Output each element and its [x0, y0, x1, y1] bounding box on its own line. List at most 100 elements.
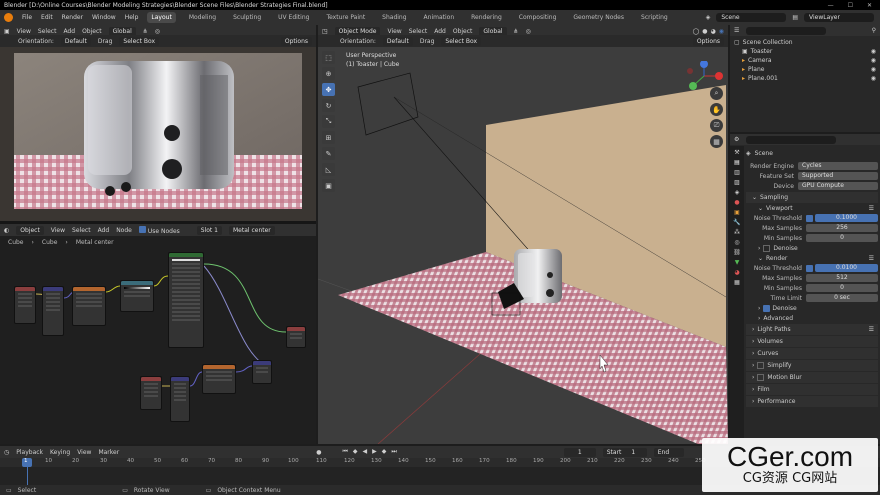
world-properties-icon[interactable]: ●: [734, 199, 739, 206]
blender-logo-icon[interactable]: [4, 13, 13, 22]
viewport-noise-threshold-field[interactable]: 0.1000: [815, 214, 878, 222]
visibility-eye-icon[interactable]: ◉: [871, 65, 876, 74]
outliner-row-scene-collection[interactable]: ▢ Scene Collection: [734, 38, 876, 47]
viewport-menu-add[interactable]: Add: [434, 28, 446, 35]
visibility-eye-icon[interactable]: ◉: [871, 56, 876, 65]
node-editor-canvas[interactable]: Cube › Cube › Metal center: [0, 236, 316, 444]
outliner-row-plane-001[interactable]: ▸ Plane.001 ◉: [734, 74, 876, 83]
viewport-options[interactable]: Options: [692, 36, 724, 46]
constraints-properties-icon[interactable]: ⛓: [733, 249, 741, 256]
scene-properties-icon[interactable]: ◈: [735, 189, 740, 196]
perspective-toggle-icon[interactable]: ▦: [710, 135, 723, 148]
workspace-tab-shading[interactable]: Shading: [378, 12, 410, 23]
end-frame-field[interactable]: End: [653, 447, 684, 457]
simplify-panel[interactable]: › Simplify: [746, 360, 878, 371]
render-min-samples-field[interactable]: 0: [806, 284, 878, 292]
performance-panel[interactable]: › Performance: [746, 396, 878, 407]
curves-panel[interactable]: › Curves: [746, 348, 878, 359]
next-keyframe-icon[interactable]: ◆: [382, 448, 387, 456]
node-editor-mode-dropdown[interactable]: Object: [16, 225, 44, 235]
visibility-eye-icon[interactable]: ◉: [871, 47, 876, 56]
node-principled-bsdf[interactable]: [168, 252, 204, 348]
menu-help[interactable]: Help: [125, 14, 139, 21]
workspace-tab-layout[interactable]: Layout: [147, 12, 176, 23]
render-noise-threshold-field[interactable]: 0.0100: [815, 264, 878, 272]
viewport-menu-view[interactable]: View: [387, 28, 401, 35]
data-properties-icon[interactable]: ▼: [735, 259, 740, 266]
workspace-tab-compositing[interactable]: Compositing: [515, 12, 561, 23]
viewport-editor-type-icon[interactable]: ◳: [322, 28, 328, 35]
outliner-search-input[interactable]: [746, 26, 827, 35]
menu-window[interactable]: Window: [92, 14, 116, 21]
texture-properties-icon[interactable]: ▦: [734, 279, 740, 286]
node-texture-coordinate-2[interactable]: [140, 376, 162, 410]
filter-icon[interactable]: ⚲: [872, 27, 876, 34]
outliner-type-icon[interactable]: ☰: [734, 27, 739, 34]
feature-set-dropdown[interactable]: Supported: [798, 172, 878, 180]
timeline-menu-view[interactable]: View: [77, 449, 91, 456]
properties-type-icon[interactable]: ⚙: [734, 136, 739, 143]
viewport-denoise-subpanel[interactable]: › Denoise: [746, 243, 878, 253]
tool-properties-icon[interactable]: ⚒: [734, 149, 739, 156]
timeline-menu-playback[interactable]: Playback: [16, 449, 43, 456]
jump-start-icon[interactable]: ⏮: [342, 448, 347, 456]
select-tool-icon[interactable]: ⬚: [322, 51, 335, 64]
node-editor-type-icon[interactable]: ◐: [4, 227, 9, 234]
viewport-min-samples-field[interactable]: 0: [806, 234, 878, 242]
node-material-output[interactable]: [286, 326, 306, 348]
camera-view-icon[interactable]: ⎚: [710, 119, 723, 132]
viewport-proportional-icon[interactable]: ◎: [526, 28, 531, 35]
maximize-icon[interactable]: ☐: [848, 2, 853, 9]
render-view-options[interactable]: Options: [280, 36, 312, 46]
film-panel[interactable]: › Film: [746, 384, 878, 395]
workspace-tab-geometry-nodes[interactable]: Geometry Nodes: [569, 12, 628, 23]
viewport-orientation-dropdown[interactable]: Default: [382, 36, 413, 46]
measure-tool-icon[interactable]: ◺: [322, 163, 335, 176]
timeline-menu-marker[interactable]: Marker: [98, 449, 119, 456]
select-box-dropdown[interactable]: Select Box: [119, 36, 159, 46]
menu-file[interactable]: File: [22, 14, 32, 21]
viewport-subpanel-header[interactable]: ⌄ Viewport ☰: [746, 203, 878, 213]
render-view-menu-view[interactable]: View: [17, 28, 31, 35]
play-reverse-icon[interactable]: ◀: [362, 448, 367, 456]
start-frame-field[interactable]: Start 1: [602, 447, 647, 457]
node-noise-texture[interactable]: [202, 364, 236, 394]
light-paths-panel[interactable]: › Light Paths ☰: [746, 324, 878, 335]
transform-tool-icon[interactable]: ⊞: [322, 131, 335, 144]
view-layer-properties-icon[interactable]: ▨: [734, 179, 740, 186]
advanced-subpanel[interactable]: › Advanced: [746, 313, 878, 323]
list-icon[interactable]: ☰: [869, 326, 874, 333]
node-bump[interactable]: [252, 360, 272, 384]
rotate-tool-icon[interactable]: ↻: [322, 99, 335, 112]
node-menu-select[interactable]: Select: [72, 227, 91, 234]
node-menu-view[interactable]: View: [51, 227, 65, 234]
annotate-tool-icon[interactable]: ✎: [322, 147, 335, 160]
properties-search-input[interactable]: [746, 135, 837, 144]
viewport-select-box-dropdown[interactable]: Select Box: [441, 36, 481, 46]
render-view-menu-select[interactable]: Select: [38, 28, 57, 35]
render-max-samples-field[interactable]: 512: [806, 274, 878, 282]
timeline-editor-type-icon[interactable]: ◷: [4, 449, 9, 456]
noise-threshold-checkbox[interactable]: [806, 214, 813, 222]
add-cube-tool-icon[interactable]: ▣: [322, 179, 335, 192]
play-icon[interactable]: ▶: [372, 448, 377, 456]
node-color-ramp[interactable]: [120, 280, 154, 312]
output-properties-icon[interactable]: ▥: [734, 169, 740, 176]
scene-selector[interactable]: Scene: [716, 13, 787, 22]
node-texture-coordinate[interactable]: [14, 286, 36, 324]
motion-blur-checkbox[interactable]: [757, 374, 765, 381]
workspace-tab-animation[interactable]: Animation: [420, 12, 459, 23]
viewport-canvas[interactable]: User Perspective (1) Toaster | Cube ⬚ ⊕ …: [318, 47, 728, 444]
wireframe-shading-icon[interactable]: ◯: [693, 28, 700, 35]
list-icon[interactable]: ☰: [869, 255, 874, 262]
menu-render[interactable]: Render: [62, 14, 83, 21]
workspace-tab-modeling[interactable]: Modeling: [185, 12, 220, 23]
physics-properties-icon[interactable]: ◎: [734, 239, 739, 246]
particles-properties-icon[interactable]: ⁂: [734, 229, 740, 236]
render-view-menu-object[interactable]: Object: [82, 28, 102, 35]
current-frame-field[interactable]: 1: [563, 447, 596, 457]
workspace-tab-uv-editing[interactable]: UV Editing: [274, 12, 313, 23]
material-shading-icon[interactable]: ◕: [711, 28, 716, 35]
node-menu-node[interactable]: Node: [116, 227, 132, 234]
visibility-eye-icon[interactable]: ◉: [871, 74, 876, 83]
